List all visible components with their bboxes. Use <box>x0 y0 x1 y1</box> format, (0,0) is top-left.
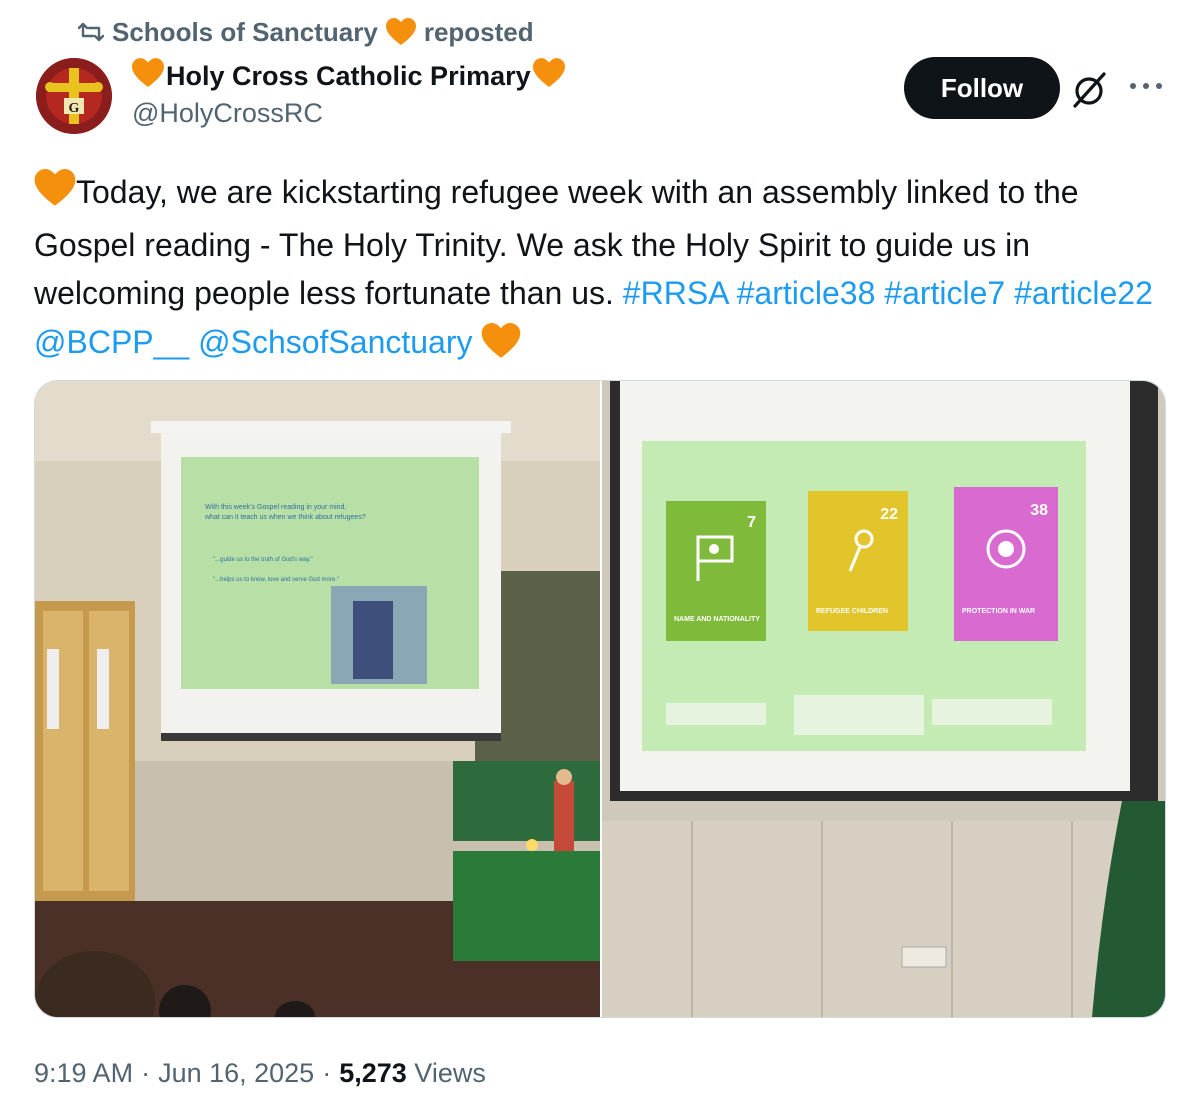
card-number: 7 <box>747 514 756 531</box>
follow-button[interactable]: Follow <box>904 57 1060 119</box>
meta-separator: · <box>322 1057 332 1088</box>
hashtag-link[interactable]: #article7 <box>884 275 1005 311</box>
orange-heart-icon <box>385 18 416 46</box>
tweet-date[interactable]: Jun 16, 2025 <box>158 1058 314 1089</box>
photo-rights-slide[interactable]: 7 22 38 NAME AND NATIONALITY REFUGEE CHI… <box>602 381 1165 1017</box>
author-handle[interactable]: @HolyCrossRC <box>132 98 323 129</box>
slide-line1: With this week's Gospel reading in your … <box>205 504 346 511</box>
hashtag-link[interactable]: #article22 <box>1014 275 1153 311</box>
grok-icon[interactable] <box>1070 70 1110 115</box>
tweet-time[interactable]: 9:19 AM <box>34 1058 133 1089</box>
tweet-meta: 9:19 AM · Jun 16, 2025 · 5,273 Views <box>34 1054 486 1092</box>
card-number: 38 <box>1030 502 1048 519</box>
mention-link[interactable]: @BCPP__ <box>34 324 189 360</box>
hashtag-link[interactable]: #RRSA <box>623 275 728 311</box>
card-label: REFUGEE CHILDREN <box>816 608 888 615</box>
hashtag-link[interactable]: #article38 <box>737 275 876 311</box>
card-label: PROTECTION IN WAR <box>962 608 1035 615</box>
mention-link[interactable]: @SchsofSanctuary <box>198 324 472 360</box>
card-number: 22 <box>880 506 898 523</box>
slide-quote2: "...helps us to know, love and serve God… <box>213 577 339 583</box>
repost-account-name[interactable]: Schools of Sanctuary <box>112 17 378 48</box>
repost-suffix: reposted <box>423 16 534 47</box>
author-name-row[interactable]: Holy Cross Catholic Primary <box>132 57 565 95</box>
repost-icon <box>78 20 104 44</box>
orange-heart-icon <box>34 169 76 221</box>
views-count: 5,273 <box>339 1057 407 1088</box>
tweet-text: Today, we are kickstarting refugee week … <box>34 168 1164 372</box>
school-crest-icon: G <box>36 58 112 134</box>
orange-heart-icon <box>532 57 565 95</box>
orange-heart-icon <box>481 322 521 373</box>
media-grid: With this week's Gospel reading in your … <box>34 380 1166 1018</box>
meta-separator: · <box>141 1057 151 1088</box>
svg-text:G: G <box>69 101 80 116</box>
slide-line2: what can it teach us when we think about… <box>204 514 366 521</box>
repost-indicator[interactable]: Schools of Sanctuary reposted <box>78 14 534 50</box>
card-label: NAME AND NATIONALITY <box>674 616 760 623</box>
more-options-icon[interactable] <box>1128 78 1164 99</box>
author-name[interactable]: Holy Cross Catholic Primary <box>166 61 531 92</box>
orange-heart-icon <box>132 57 164 95</box>
slide-quote1: "...guide us to the truth of God's way." <box>213 557 313 563</box>
photo-assembly-hall[interactable]: With this week's Gospel reading in your … <box>35 381 600 1017</box>
views-label: Views <box>414 1057 486 1088</box>
avatar[interactable]: G <box>36 58 112 134</box>
